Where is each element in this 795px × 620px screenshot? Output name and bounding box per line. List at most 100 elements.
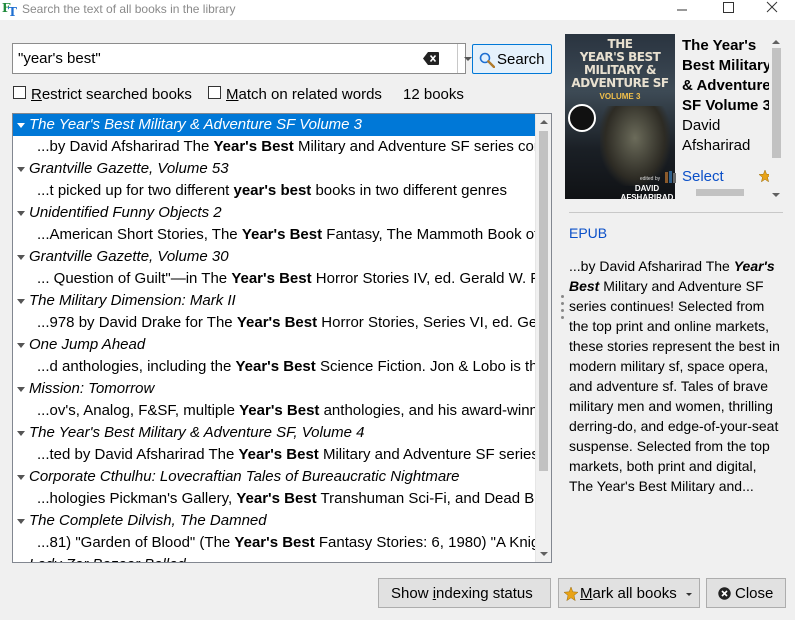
result-count: 12 books [403, 86, 464, 103]
excerpt-pre: ...t picked up for two different [37, 182, 234, 199]
details-title: The Year's Best Military & Adventure SF … [682, 37, 772, 114]
excerpt-post: Science Fiction. Jon & Lobo is the [315, 358, 535, 375]
cover-badge [568, 104, 596, 132]
minimize-button[interactable] [659, 0, 705, 20]
result-excerpt-row[interactable]: ...978 by David Drake for The Year's Bes… [13, 312, 535, 334]
window-title: Search the text of all books in the libr… [22, 2, 236, 16]
excerpt-hl: Year's Best [231, 270, 312, 287]
close-circle-icon [718, 587, 731, 600]
result-excerpt-row[interactable]: ...by David Afsharirad The Year's Best M… [13, 136, 535, 158]
result-excerpt-row[interactable]: ...ted by David Afsharirad The Year's Be… [13, 444, 535, 466]
result-excerpt-row[interactable]: ...American Short Stories, The Year's Be… [13, 224, 535, 246]
result-book-row[interactable]: The Year's Best Military & Adventure SF,… [13, 422, 535, 444]
scroll-up-arrow[interactable] [536, 114, 551, 130]
result-book-title: The Complete Dilvish, The Damned [29, 512, 267, 529]
excerpt-pre: ...by David Afsharirad The [37, 138, 214, 155]
result-excerpt-row[interactable]: ...ov's, Analog, F&SF, multiple Year's B… [13, 400, 535, 422]
result-book-row[interactable]: Grantville Gazette, Volume 53 [13, 158, 535, 180]
mark-all-books-button[interactable]: Mark all books [558, 578, 700, 608]
show-indexing-status-button[interactable]: Show indexing status [378, 578, 551, 608]
expand-arrow-icon[interactable] [17, 255, 25, 260]
scroll-thumb[interactable] [539, 131, 548, 471]
details-hscroll-thumb[interactable] [696, 189, 744, 196]
pane-splitter-handle[interactable] [561, 295, 565, 325]
expand-arrow-icon[interactable] [17, 123, 25, 128]
excerpt-post: Transhuman Sci-Fi, and Dead But Dreaming [320, 490, 535, 507]
excerpt-hl: Year's Best [234, 534, 315, 551]
result-book-row[interactable]: Grantville Gazette, Volume 30 [13, 246, 535, 268]
result-book-row[interactable]: The Complete Dilvish, The Damned [13, 510, 535, 532]
indexing-button-label: Show indexing status [391, 585, 533, 602]
excerpt-post: Military and Adventure SF series continu… [297, 138, 535, 155]
excerpt-pre: ...ted by David Afsharirad The [37, 446, 239, 463]
expand-arrow-icon[interactable] [17, 475, 25, 480]
search-button[interactable]: Search [472, 44, 552, 74]
close-icon [766, 1, 778, 13]
expand-arrow-icon[interactable] [17, 299, 25, 304]
result-book-row[interactable]: The Military Dimension: Mark II [13, 290, 535, 312]
expand-arrow-icon[interactable] [17, 211, 25, 216]
maximize-button[interactable] [705, 0, 751, 20]
details-divider [569, 212, 783, 213]
scroll-down-arrow[interactable] [536, 546, 551, 562]
result-book-row[interactable]: Unidentified Funny Objects 2 [13, 202, 535, 224]
result-book-title: The Military Dimension: Mark II [29, 292, 236, 309]
result-book-title: The Year's Best Military & Adventure SF … [29, 116, 363, 133]
results-tree[interactable]: The Year's Best Military & Adventure SF … [12, 113, 552, 563]
details-scrollbar[interactable] [769, 34, 783, 199]
cover-figure [600, 106, 670, 186]
maximize-icon [723, 2, 734, 13]
expand-arrow-icon[interactable] [17, 387, 25, 392]
excerpt-hl: Year's Best [241, 226, 323, 243]
search-combobox[interactable] [12, 43, 472, 74]
expand-arrow-icon[interactable] [17, 431, 25, 436]
epub-format-link[interactable]: EPUB [569, 225, 607, 241]
related-words-label[interactable]: Match on related words [226, 86, 382, 103]
excerpt-post: books in two different genres [311, 182, 507, 199]
excerpt-post: Fantasy, The Mammoth Book of Best [326, 226, 535, 243]
excerpt-hl: Year's Best [235, 358, 316, 375]
result-book-row[interactable]: Lady Zar Bazaar Ballad [13, 554, 535, 562]
result-book-row[interactable]: The Year's Best Military & Adventure SF … [13, 114, 535, 136]
excerpt-hl: Year's Best [213, 138, 294, 155]
excerpt-hl: Year's Best [238, 446, 319, 463]
result-excerpt-row[interactable]: ...t picked up for two different year's … [13, 180, 535, 202]
result-book-title: Mission: Tomorrow [29, 380, 155, 397]
details-scroll-thumb[interactable] [772, 48, 781, 158]
result-book-title: The Year's Best Military & Adventure SF,… [29, 424, 365, 441]
result-book-title: Corporate Cthulhu: Lovecraftian Tales of… [29, 468, 460, 485]
result-book-row[interactable]: Mission: Tomorrow [13, 378, 535, 400]
result-excerpt-row[interactable]: ... Question of Guilt"—in The Year's Bes… [13, 268, 535, 290]
result-book-title: Lady Zar Bazaar Ballad [29, 556, 186, 562]
close-button[interactable]: Close [706, 578, 786, 608]
excerpt-pre: ...81) "Garden of Blood" (The [37, 534, 235, 551]
result-excerpt-row[interactable]: ...d anthologies, including the Year's B… [13, 356, 535, 378]
cover-title: THE YEAR'S BEST MILITARY & ADVENTURE SF [571, 37, 669, 90]
restrict-label[interactable]: Restrict searched books [31, 86, 192, 103]
expand-arrow-icon[interactable] [17, 519, 25, 524]
result-book-row[interactable]: Corporate Cthulhu: Lovecraftian Tales of… [13, 466, 535, 488]
mark-button-label: Mark all books [580, 585, 677, 602]
close-window-button[interactable] [749, 0, 795, 20]
search-input[interactable] [13, 44, 413, 73]
related-words-checkbox[interactable] [208, 86, 221, 99]
result-book-title: Unidentified Funny Objects 2 [29, 204, 222, 221]
details-hscrollbar[interactable] [682, 186, 769, 199]
result-book-title: Grantville Gazette, Volume 30 [29, 248, 229, 265]
restrict-checkbox[interactable] [13, 86, 26, 99]
result-excerpt-row[interactable]: ...hologies Pickman's Gallery, Year's Be… [13, 488, 535, 510]
result-excerpt-row[interactable]: ...81) "Garden of Blood" (The Year's Bes… [13, 532, 535, 554]
results-scrollbar[interactable] [535, 114, 551, 562]
select-book-link[interactable]: Select [665, 168, 724, 185]
mark-menu-arrow-icon [686, 593, 692, 596]
cover-volume: VOLUME 3 [599, 92, 641, 101]
result-book-row[interactable]: One Jump Ahead [13, 334, 535, 356]
details-author: David Afsharirad [682, 117, 751, 154]
expand-arrow-icon[interactable] [17, 343, 25, 348]
clear-search-icon[interactable] [423, 52, 439, 65]
excerpt-post: Horror Stories, Series VI, ed. Gerald [321, 314, 535, 331]
cover-author: DAVID AFSHARIRAD [620, 184, 674, 199]
excerpt-post: Horror Stories IV, ed. Gerald W. Page [315, 270, 535, 287]
app-icon: FT [2, 1, 17, 19]
expand-arrow-icon[interactable] [17, 167, 25, 172]
